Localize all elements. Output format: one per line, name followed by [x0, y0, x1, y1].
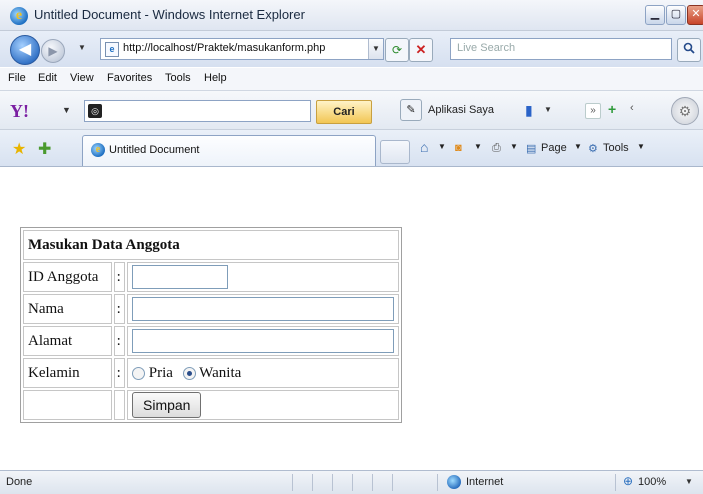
zoom-level[interactable]: 100% — [638, 476, 666, 488]
zoom-dropdown[interactable]: ▼ — [685, 477, 693, 486]
colon: : — [113, 326, 125, 356]
security-zone-text[interactable]: Internet — [466, 476, 503, 488]
yahoo-logo-icon[interactable]: Y! — [10, 101, 29, 122]
url-dropdown-icon[interactable]: ▼ — [368, 39, 383, 59]
minimize-button[interactable]: ▁ — [645, 5, 665, 25]
form-title: Masukan Data Anggota — [23, 230, 399, 260]
url-field[interactable]: e http://localhost/Praktek/masukanform.p… — [100, 38, 384, 60]
recent-pages-dropdown[interactable]: ▼ — [78, 43, 86, 52]
simpan-button[interactable]: Simpan — [132, 392, 202, 418]
print-dropdown[interactable]: ▼ — [510, 142, 518, 151]
new-tab-button[interactable] — [380, 140, 410, 164]
tools-menu-button[interactable]: Tools — [603, 142, 629, 154]
nama-input[interactable] — [132, 297, 394, 321]
address-bar: ◀ ▶ ▼ e http://localhost/Praktek/masukan… — [0, 31, 703, 67]
toolbar-settings-gear-icon[interactable]: ⚙ — [671, 97, 699, 125]
empty-cell — [23, 390, 112, 420]
label-kelamin: Kelamin — [23, 358, 112, 388]
tools-dropdown[interactable]: ▼ — [637, 142, 645, 151]
cari-button[interactable]: Cari — [316, 100, 372, 124]
radio-pria-label: Pria — [148, 364, 173, 381]
radio-wanita[interactable] — [182, 366, 196, 380]
menu-tools[interactable]: Tools — [165, 72, 191, 84]
window-title: Untitled Document - Windows Internet Exp… — [34, 7, 305, 22]
add-favorites-icon[interactable]: ✚ — [38, 139, 51, 159]
tab-ie-icon: e — [91, 143, 105, 157]
tab-bar: ★ ✚ e Untitled Document ⌂ ▼ ◙ ▼ ⎙ ▼ ▤ Pa… — [0, 130, 703, 167]
ie-logo-icon: e — [10, 7, 28, 25]
feeds-dropdown[interactable]: ▼ — [474, 142, 482, 151]
member-form-table: Masukan Data Anggota ID Anggota : Nama :… — [20, 227, 402, 423]
favorites-star-icon[interactable]: ★ — [12, 139, 26, 159]
live-search-input[interactable]: Live Search — [450, 38, 672, 60]
toolbar-bookmark-icon[interactable]: ▮ — [525, 102, 533, 119]
label-alamat: Alamat — [23, 326, 112, 356]
stop-button[interactable]: ✕ — [409, 38, 433, 62]
page-icon: ▤ — [526, 143, 537, 155]
radio-wanita-label: Wanita — [199, 364, 242, 381]
internet-zone-icon — [447, 475, 461, 489]
apps-icon: ✎ — [400, 99, 422, 121]
feeds-icon[interactable]: ◙ — [455, 142, 462, 154]
id-anggota-input[interactable] — [132, 265, 228, 289]
page-dropdown[interactable]: ▼ — [574, 142, 582, 151]
menu-favorites[interactable]: Favorites — [107, 72, 152, 84]
toolbar-add-icon[interactable]: + — [608, 101, 616, 117]
empty-cell — [113, 390, 125, 420]
refresh-button[interactable]: ⟳ — [385, 38, 409, 62]
yahoo-toolbar: Y! ▼ ◎ Cari ✎ Aplikasi Saya ▮ ▼ » + ‹ ⚙ — [0, 91, 703, 130]
page-content: Masukan Data Anggota ID Anggota : Nama :… — [0, 167, 703, 470]
page-icon: e — [105, 42, 119, 57]
menu-bar: File Edit View Favorites Tools Help — [0, 68, 703, 91]
tab-label: Untitled Document — [109, 144, 200, 156]
search-icon — [683, 42, 695, 54]
print-icon[interactable]: ⎙ — [492, 142, 501, 155]
menu-file[interactable]: File — [8, 72, 26, 84]
toolbar-scroll-left-icon[interactable]: ‹ — [630, 102, 634, 114]
colon: : — [113, 358, 125, 388]
aplikasi-saya-label: Aplikasi Saya — [428, 104, 495, 116]
home-icon[interactable]: ⌂ — [420, 139, 428, 155]
status-text: Done — [6, 476, 33, 488]
status-bar: Done Internet ⊕ 100% ▼ — [0, 470, 703, 494]
forward-button[interactable]: ▶ — [41, 39, 65, 63]
url-text: http://localhost/Praktek/masukanform.php — [123, 42, 326, 54]
search-button[interactable] — [677, 38, 701, 62]
page-menu-button[interactable]: Page — [541, 142, 567, 154]
alamat-input[interactable] — [132, 329, 394, 353]
maximize-button[interactable]: ▢ — [666, 5, 686, 25]
home-dropdown[interactable]: ▼ — [438, 142, 446, 151]
yahoo-search-input[interactable]: ◎ — [84, 100, 311, 122]
colon: : — [113, 262, 125, 292]
toolbar-expand-icon[interactable]: » — [585, 103, 601, 119]
toolbar-bookmark-dropdown[interactable]: ▼ — [544, 105, 552, 114]
gender-radio-group: Pria Wanita — [127, 358, 399, 388]
menu-edit[interactable]: Edit — [38, 72, 57, 84]
menu-view[interactable]: View — [70, 72, 94, 84]
yahoo-menu-dropdown[interactable]: ▼ — [62, 105, 71, 115]
search-placeholder: Live Search — [457, 42, 516, 54]
yahoo-search-icon: ◎ — [88, 104, 102, 118]
zoom-icon[interactable]: ⊕ — [623, 474, 633, 488]
back-button[interactable]: ◀ — [10, 35, 40, 65]
label-nama: Nama — [23, 294, 112, 324]
tab-untitled-document[interactable]: e Untitled Document — [82, 135, 376, 166]
colon: : — [113, 294, 125, 324]
label-id-anggota: ID Anggota — [23, 262, 112, 292]
aplikasi-saya-button[interactable]: ✎ Aplikasi Saya — [400, 98, 494, 122]
title-bar: e Untitled Document - Windows Internet E… — [0, 0, 703, 31]
tools-gear-icon: ⚙ — [588, 143, 598, 155]
radio-pria[interactable] — [132, 366, 145, 380]
close-button[interactable]: ✕ — [687, 5, 703, 25]
menu-help[interactable]: Help — [204, 72, 227, 84]
